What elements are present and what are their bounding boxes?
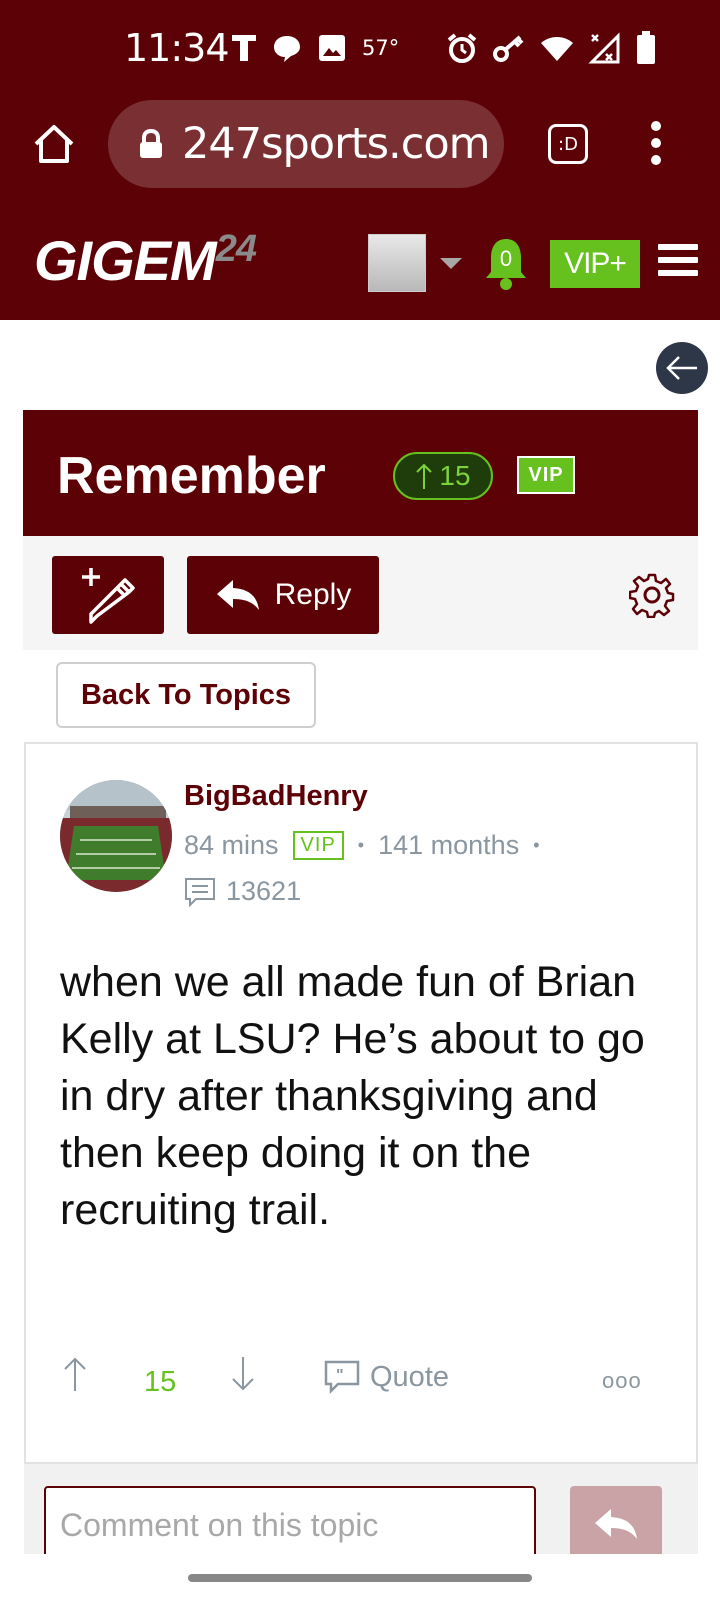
stadium-image (60, 780, 172, 892)
lock-icon (140, 129, 162, 158)
poster-vip-badge: VIP (292, 831, 344, 860)
alarm-icon (446, 31, 478, 65)
post-vote-count: 15 (144, 1366, 177, 1398)
chat-bubble-icon (272, 31, 302, 65)
post-footer: 15 " Quote ooo (26, 1354, 700, 1414)
upvote-button[interactable] (62, 1356, 88, 1397)
arrow-up-icon (416, 463, 433, 489)
topic-action-bar: Reply (23, 536, 698, 650)
signal-icon (588, 31, 622, 65)
new-topic-button[interactable] (52, 556, 164, 634)
vip-plus-button[interactable]: VIP+ (550, 240, 640, 288)
poster-post-count: 13621 (184, 876, 301, 907)
t-mobile-icon (232, 31, 256, 65)
gear-icon (628, 573, 675, 619)
post-body: when we all made fun of Brian Kelly at L… (60, 958, 645, 1234)
quote-button[interactable]: " Quote (324, 1360, 449, 1394)
site-logo[interactable]: GIGEM24 (34, 228, 257, 293)
notification-count: 0 (499, 246, 513, 271)
poster-username[interactable]: BigBadHenry (184, 780, 368, 813)
back-to-topics-button[interactable]: Back To Topics (56, 662, 316, 728)
topic-upvote-badge[interactable]: 15 (393, 452, 493, 500)
more-vertical-icon (651, 121, 661, 165)
settings-button[interactable] (628, 572, 675, 619)
quote-label: Quote (370, 1360, 449, 1393)
user-avatar[interactable] (368, 234, 426, 292)
gesture-nav-area (0, 1554, 720, 1600)
separator-dot: • (357, 835, 365, 855)
temperature-label: 57° (362, 36, 400, 60)
compose-icon (82, 568, 135, 624)
status-bar: 11:34 57° (0, 0, 720, 96)
reply-button[interactable]: Reply (187, 556, 379, 634)
gesture-handle[interactable] (188, 1574, 532, 1582)
quote-icon: " (324, 1360, 360, 1394)
topic-upvote-count: 15 (439, 460, 471, 491)
status-notification-icons: 57° (232, 28, 399, 68)
post-meta: 84 mins VIP • 141 months • (184, 830, 540, 861)
separator-dot: • (533, 835, 540, 855)
browser-toolbar: 247sports.com :D (0, 96, 720, 202)
battery-icon (636, 31, 656, 65)
poster-avatar[interactable] (60, 780, 172, 892)
reply-label: Reply (274, 578, 352, 611)
wifi-icon (540, 31, 574, 65)
home-button[interactable] (32, 122, 76, 166)
chevron-down-icon[interactable] (440, 258, 462, 269)
post-age: 84 mins (184, 830, 279, 860)
comment-icon (185, 877, 215, 907)
topic-vip-badge: VIP (517, 456, 575, 494)
image-icon (318, 31, 346, 65)
arrow-left-icon (666, 356, 697, 380)
comment-bar (24, 1464, 698, 1564)
url-bar[interactable]: 247sports.com (108, 100, 504, 188)
arrow-up-icon (64, 1357, 86, 1391)
poster-tenure: 141 months (378, 830, 520, 860)
post-card: BigBadHenry 84 mins VIP • 141 months • 1… (24, 742, 698, 1464)
hamburger-menu-icon[interactable] (658, 244, 698, 278)
home-icon (34, 125, 74, 163)
svg-text:": " (336, 1367, 344, 1384)
reply-arrow-icon (216, 580, 259, 610)
status-time: 11:34 (124, 26, 230, 70)
logo-text: GIGEM (34, 229, 217, 292)
topic-title: Remember (57, 447, 326, 505)
tab-switcher-button[interactable]: :D (548, 124, 588, 164)
downvote-button[interactable] (230, 1356, 256, 1397)
more-options-button[interactable]: ooo (602, 1368, 642, 1394)
post-count-value: 13621 (226, 876, 302, 906)
back-arrow-button[interactable] (656, 342, 708, 394)
url-text: 247sports.com (182, 119, 491, 169)
key-icon (492, 31, 526, 65)
reply-arrow-icon (595, 1509, 637, 1539)
logo-suffix: 24 (215, 228, 257, 270)
browser-menu-button[interactable] (646, 120, 666, 166)
comment-input[interactable] (44, 1486, 536, 1564)
send-comment-button[interactable] (570, 1486, 662, 1562)
arrow-down-icon (232, 1357, 254, 1391)
topic-header: Remember 15 VIP (23, 410, 698, 536)
status-system-icons (446, 28, 656, 68)
